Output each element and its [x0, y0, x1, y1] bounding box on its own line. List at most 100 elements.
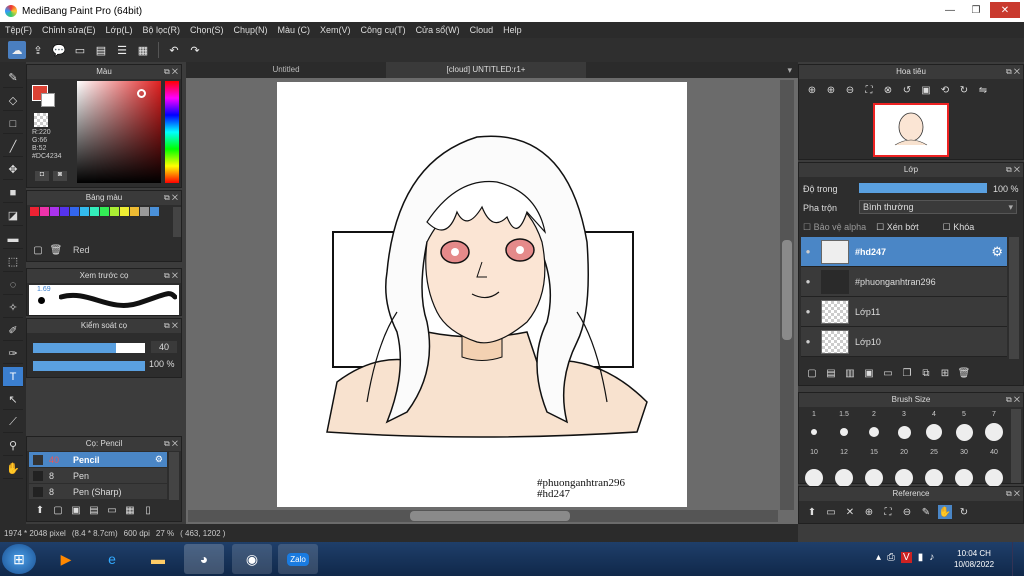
brush-tool-icon[interactable]: ✎: [3, 68, 23, 88]
swatch[interactable]: [130, 207, 139, 216]
layer-row[interactable]: ● Lớp10: [801, 327, 1007, 357]
brush-opacity-slider[interactable]: [33, 361, 145, 371]
blend-mode-select[interactable]: Bình thường ▾: [859, 200, 1017, 214]
brush-item-selected[interactable]: 40 Pencil ⚙: [29, 452, 167, 467]
delete-palette-icon[interactable]: 🗑: [49, 243, 63, 257]
lasso-tool-icon[interactable]: ◌: [3, 275, 23, 295]
eyedropper-icon[interactable]: ⚲: [3, 436, 23, 456]
menu-window[interactable]: Cửa sổ(W): [411, 25, 465, 35]
layer-opacity-slider[interactable]: [859, 183, 987, 193]
add-brush-icon[interactable]: ▣: [69, 503, 83, 517]
menu-color[interactable]: Màu (C): [273, 25, 316, 35]
color-mode-icon[interactable]: ◘: [35, 171, 49, 181]
brush-size-scrollbar[interactable]: [1011, 409, 1021, 483]
layer-row[interactable]: ● #phuonganhtran296: [801, 267, 1007, 297]
brush-settings-icon[interactable]: ▦: [123, 503, 137, 517]
close-button[interactable]: ✕: [990, 2, 1020, 18]
folder-icon[interactable]: ▭: [105, 503, 119, 517]
swatch[interactable]: [60, 207, 69, 216]
brush-list-scrollbar[interactable]: [169, 452, 179, 500]
eyedropper-icon[interactable]: ✎: [919, 505, 933, 519]
menu-edit[interactable]: Chỉnh sửa(E): [37, 25, 101, 35]
gradient-tool-icon[interactable]: ▬: [3, 229, 23, 249]
select-eraser-icon[interactable]: ✑: [3, 344, 23, 364]
new-halftone-layer-icon[interactable]: ▤: [824, 366, 838, 380]
brush-size-dot[interactable]: [840, 428, 848, 436]
zalo-icon[interactable]: Zalo: [278, 544, 318, 574]
drawing-canvas[interactable]: #phuonganhtran296 #hd247: [277, 82, 687, 507]
gear-icon[interactable]: ⚙: [155, 454, 167, 465]
panel-controls-icon[interactable]: ⧉ ✕: [1006, 163, 1020, 177]
export-icon[interactable]: ⇪: [29, 41, 47, 59]
comment-icon[interactable]: 💬: [50, 41, 68, 59]
page-icon[interactable]: ▤: [92, 41, 110, 59]
brush-size-dot[interactable]: [895, 469, 913, 487]
medibang-taskbar-icon[interactable]: ◕: [184, 544, 224, 574]
zoom-in-icon[interactable]: ⊕: [862, 505, 876, 519]
fullscreen-icon[interactable]: ▣: [919, 83, 933, 97]
brush-size-dot[interactable]: [955, 423, 973, 441]
duplicate-layer-icon[interactable]: ❐: [900, 366, 914, 380]
new-brush-icon[interactable]: ▢: [51, 503, 65, 517]
panel-controls-icon[interactable]: ⧉ ✕: [164, 65, 178, 79]
actual-size-icon[interactable]: ⊗: [881, 83, 895, 97]
delete-brush-icon[interactable]: ▯: [141, 503, 155, 517]
brush-size-dot[interactable]: [865, 469, 883, 487]
brush-copy-icon[interactable]: ▤: [87, 503, 101, 517]
brush-size-dot[interactable]: [926, 424, 942, 440]
chrome-icon[interactable]: ◉: [232, 544, 272, 574]
brush-size-dot[interactable]: [985, 423, 1003, 441]
add-layer-menu-icon[interactable]: ▣: [862, 366, 876, 380]
panel-controls-icon[interactable]: ⧉ ✕: [164, 319, 178, 333]
menu-help[interactable]: Help: [498, 25, 527, 35]
line-tool-icon[interactable]: ╱: [3, 137, 23, 157]
eye-icon[interactable]: ●: [801, 277, 815, 286]
rotate-right-icon[interactable]: ↻: [957, 83, 971, 97]
fill-rect-tool-icon[interactable]: ■: [3, 183, 23, 203]
rotate-icon[interactable]: ↻: [957, 505, 971, 519]
cloud-icon[interactable]: ☁: [8, 41, 26, 59]
tray-antivirus-icon[interactable]: V: [901, 552, 912, 563]
bucket-tool-icon[interactable]: ◪: [3, 206, 23, 226]
layer-row[interactable]: ● #hd247 ⚙: [801, 237, 1007, 267]
swatch[interactable]: [120, 207, 129, 216]
list-icon[interactable]: ☰: [113, 41, 131, 59]
swatch[interactable]: [110, 207, 119, 216]
tab-untitled[interactable]: Untitled: [186, 62, 386, 78]
color-picker-cursor[interactable]: [137, 89, 146, 98]
rotate-left-icon[interactable]: ↺: [900, 83, 914, 97]
file-explorer-icon[interactable]: ▬: [138, 544, 178, 574]
zoom-out-icon[interactable]: ⊖: [843, 83, 857, 97]
show-desktop-button[interactable]: [1012, 542, 1024, 576]
panel-menu-icon[interactable]: ▾: [787, 62, 798, 78]
zoom-out-icon[interactable]: ⊖: [900, 505, 914, 519]
swatch[interactable]: [90, 207, 99, 216]
brush-item[interactable]: 8 Pen (Sharp): [29, 484, 167, 499]
brush-size-dot[interactable]: [805, 469, 823, 487]
brush-item[interactable]: 8 Pen: [29, 468, 167, 483]
eraser-tool-icon[interactable]: ◇: [3, 91, 23, 111]
hand-tool-icon[interactable]: ✋: [3, 459, 23, 479]
navigator-thumbnail[interactable]: [873, 103, 949, 157]
tray-arrow-icon[interactable]: ▴: [876, 552, 881, 563]
taskbar-clock[interactable]: 10:04 CH 10/08/2022: [954, 548, 994, 570]
hand-icon[interactable]: ✋: [938, 505, 952, 519]
menu-snap[interactable]: Chụp(N): [229, 25, 273, 35]
swatch[interactable]: [30, 207, 39, 216]
new-8bit-layer-icon[interactable]: ▥: [843, 366, 857, 380]
divide-tool-icon[interactable]: ⟋: [3, 413, 23, 433]
layer-row[interactable]: ● Lớp11: [801, 297, 1007, 327]
delete-layer-icon[interactable]: 🗑: [957, 366, 971, 380]
brush-size-dot[interactable]: [835, 469, 853, 487]
color-swap-icon[interactable]: ◙: [53, 171, 67, 181]
grid-icon[interactable]: ▦: [134, 41, 152, 59]
menu-cloud[interactable]: Cloud: [465, 25, 499, 35]
select-tool-icon[interactable]: ⬚: [3, 252, 23, 272]
panel-controls-icon[interactable]: ⧉ ✕: [164, 269, 178, 283]
minimize-button[interactable]: —: [938, 2, 962, 18]
swatch[interactable]: [150, 207, 159, 216]
hue-slider[interactable]: [165, 81, 179, 183]
lock-checkbox[interactable]: ☐ Khóa: [943, 222, 975, 233]
tray-network-icon[interactable]: ▮: [918, 552, 924, 563]
panel-controls-icon[interactable]: ⧉ ✕: [1006, 393, 1020, 407]
